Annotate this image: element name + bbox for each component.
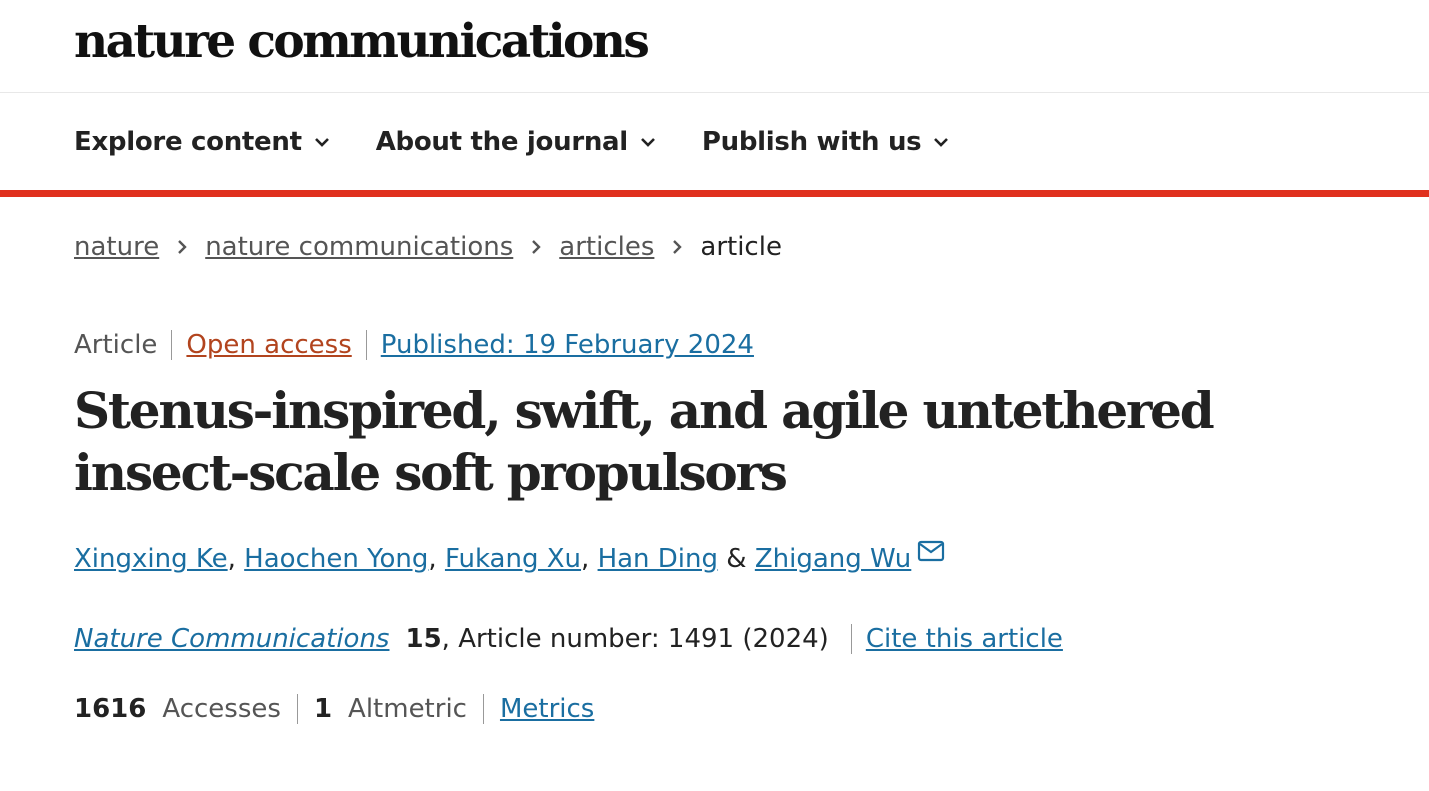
author-separator: , [428,544,437,574]
altmetric-count: 1 [313,694,333,724]
nav-publish-with-us[interactable]: Publish with us [702,127,949,157]
citation-details: Nature Communications 15, Article number:… [74,624,852,654]
main-nav: Explore content About the journal Publis… [0,93,1429,197]
accesses-count: 1616 [74,694,147,724]
metrics-link-group: Metrics [484,694,610,724]
open-access-link[interactable]: Open access [172,330,367,360]
chevron-right-icon [177,239,187,255]
chevron-right-icon [531,239,541,255]
altmetric-label: Altmetric [348,694,467,724]
cite-this-article-link[interactable]: Cite this article [866,624,1063,654]
citation-line: Nature Communications 15, Article number:… [74,624,1063,654]
author-separator: , [581,544,590,574]
journal-link[interactable]: Nature Communications [74,624,389,654]
author-link[interactable]: Fukang Xu [445,544,581,574]
mail-icon[interactable] [917,540,945,562]
author-separator: , [227,544,236,574]
published-date-link[interactable]: Published: 19 February 2024 [367,330,754,360]
author-conjunction: & [726,544,747,574]
metrics-link[interactable]: Metrics [500,694,594,724]
author-link[interactable]: Han Ding [598,544,718,574]
nav-explore-content[interactable]: Explore content [74,127,330,157]
masthead: nature communications [0,0,1429,93]
nav-about-journal[interactable]: About the journal [376,127,656,157]
breadcrumb-articles[interactable]: articles [559,232,654,262]
breadcrumb-current: article [700,232,782,262]
chevron-down-icon [314,136,330,148]
breadcrumb-nature[interactable]: nature [74,232,159,262]
journal-logo[interactable]: nature communications [74,12,650,72]
accesses-label: Accesses [162,694,281,724]
article-type: Article [74,330,173,360]
author-link[interactable]: Zhigang Wu [755,544,911,574]
article-metrics: 1616 Accesses 1 Altmetric Metrics [74,694,610,724]
nav-item-label: About the journal [375,126,628,157]
volume-number: 15 [405,624,442,654]
article-title: Stenus-inspired, swift, and agile unteth… [74,381,1215,502]
chevron-down-icon [640,136,656,148]
chevron-down-icon [933,136,949,148]
article-number: , Article number: 1491 (2024) [441,624,829,654]
article-meta: Article Open access Published: 19 Februa… [74,330,754,360]
chevron-right-icon [672,239,683,255]
nav-item-label: Publish with us [701,126,922,157]
breadcrumb-nature-communications[interactable]: nature communications [205,232,513,262]
author-link[interactable]: Haochen Yong [244,544,428,574]
nav-item-label: Explore content [74,126,302,157]
author-link[interactable]: Xingxing Ke [74,544,228,574]
altmetric-metric: 1 Altmetric [298,694,484,724]
accesses-metric: 1616 Accesses [74,694,298,724]
breadcrumb: nature nature communications articles ar… [74,232,782,262]
author-list: Xingxing Ke, Haochen Yong, Fukang Xu, Ha… [74,540,945,574]
